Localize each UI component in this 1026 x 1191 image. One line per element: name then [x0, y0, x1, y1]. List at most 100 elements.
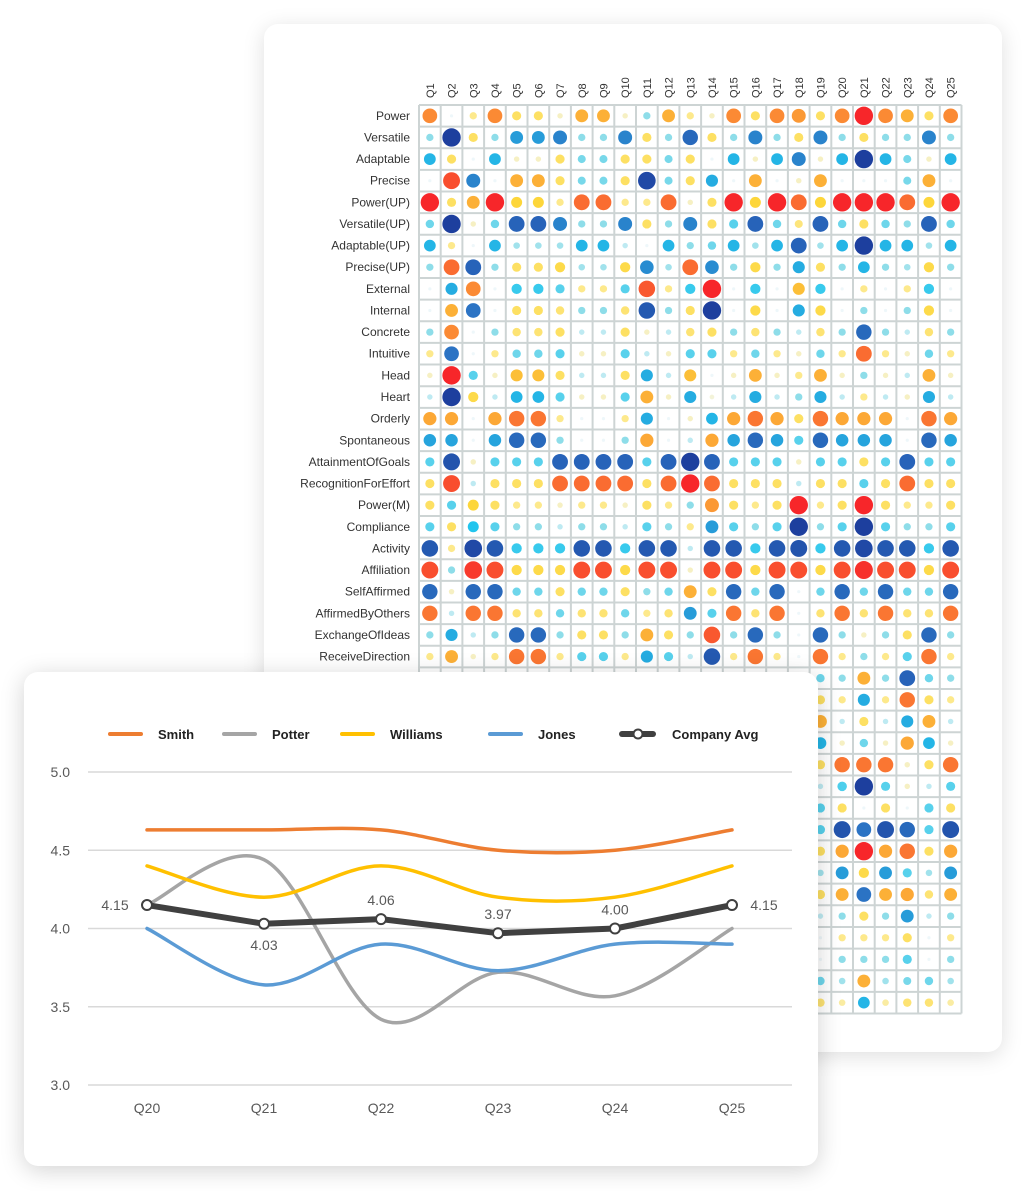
heatmap-dot: [512, 327, 521, 337]
x-tick-label: Q20: [134, 1100, 161, 1116]
heatmap-dot: [903, 263, 911, 271]
heatmap-dot: [665, 372, 672, 379]
heatmap-dot: [902, 651, 912, 662]
heatmap-dot: [530, 410, 547, 427]
heatmap-dot: [490, 219, 500, 229]
heatmap-dot: [881, 133, 890, 142]
heatmap-dot: [513, 156, 520, 162]
heatmap-dot: [794, 414, 804, 424]
legend-label: Smith: [158, 727, 194, 742]
heatmap-dot: [751, 349, 760, 358]
heatmap-dot: [946, 500, 956, 510]
heatmap-dot: [840, 308, 844, 313]
heatmap-dot: [535, 156, 542, 162]
heatmap-dot: [511, 196, 523, 208]
heatmap-dot: [775, 179, 779, 183]
heatmap-dot: [749, 196, 761, 208]
heatmap-dot: [727, 412, 741, 426]
heatmap-dot: [947, 934, 955, 942]
heatmap-dot: [420, 193, 440, 212]
heatmap-dot: [686, 241, 694, 250]
heatmap-dot: [730, 372, 737, 379]
heatmap-dot: [622, 113, 628, 119]
heatmap-dot: [856, 887, 872, 902]
x-tick-label: Q21: [251, 1100, 278, 1116]
heatmap-dot: [644, 351, 650, 357]
heatmap-dot: [512, 111, 522, 121]
heatmap-dot: [493, 308, 497, 313]
heatmap-dot: [617, 453, 634, 470]
data-point-marker: [375, 913, 387, 926]
heatmap-dot: [620, 284, 630, 294]
heatmap-dot: [552, 453, 568, 470]
row-label: RecognitionForEffort: [300, 477, 411, 491]
heatmap-dot: [859, 911, 869, 921]
heatmap-dot: [816, 349, 825, 358]
row-label: Concrete: [361, 325, 410, 339]
heatmap-dot: [448, 610, 455, 617]
heatmap-dot: [879, 153, 892, 165]
row-label: Intuitive: [369, 347, 411, 361]
heatmap-dot: [687, 653, 693, 660]
heatmap-dot: [924, 976, 934, 986]
heatmap-dot: [707, 132, 717, 143]
heatmap-dot: [443, 259, 460, 276]
heatmap-dot: [924, 846, 934, 856]
heatmap-dot: [815, 305, 826, 316]
heatmap-dot: [921, 648, 937, 665]
x-tick-label: Q22: [368, 1100, 395, 1116]
column-header: Q2: [447, 83, 459, 98]
column-header: Q23: [902, 77, 914, 98]
heatmap-dot: [703, 626, 721, 644]
heatmap-dot: [857, 671, 871, 685]
heatmap-dot: [638, 540, 656, 557]
heatmap-dot: [490, 522, 500, 532]
heatmap-dot: [877, 540, 894, 557]
heatmap-dot: [903, 133, 911, 142]
heatmap-dot: [595, 540, 612, 557]
row-label: Versatile(UP): [339, 217, 410, 231]
heatmap-dot: [817, 156, 824, 162]
heatmap-dot: [533, 111, 543, 121]
heatmap-dot: [706, 412, 718, 425]
heatmap-dot: [903, 523, 911, 531]
heatmap-dot: [816, 523, 825, 531]
legend-label: Williams: [390, 727, 443, 742]
heatmap-dot: [493, 179, 497, 183]
heatmap-dot: [838, 652, 846, 661]
heatmap-dot: [796, 459, 802, 465]
heatmap-dot: [812, 410, 829, 427]
column-header: Q9: [598, 83, 610, 98]
heatmap-dot: [640, 369, 653, 382]
heatmap-dot: [531, 131, 545, 144]
heatmap-dot: [903, 587, 912, 596]
heatmap-dot: [447, 241, 456, 250]
heatmap-dot: [487, 583, 503, 600]
heatmap-dot: [750, 543, 761, 554]
heatmap-dot: [854, 777, 874, 796]
heatmap-dot: [927, 936, 931, 940]
heatmap-dot: [814, 174, 827, 188]
heatmap-dot: [901, 239, 914, 252]
heatmap-dot: [839, 718, 845, 725]
heatmap-dot: [620, 154, 630, 164]
heatmap-dot: [947, 372, 954, 379]
heatmap-dot: [467, 521, 479, 533]
data-point-marker: [726, 899, 738, 912]
heatmap-dot: [814, 196, 826, 208]
heatmap-dot: [686, 501, 694, 509]
heatmap-dot: [533, 478, 543, 489]
heatmap-dot: [815, 478, 826, 489]
heatmap-dot: [877, 605, 894, 622]
heatmap-dot: [816, 609, 825, 618]
heatmap-dot: [705, 260, 719, 275]
heatmap-dot: [898, 540, 916, 557]
heatmap-dot: [751, 501, 759, 509]
heatmap-dot: [553, 216, 568, 231]
heatmap-dot: [490, 457, 500, 467]
heatmap-dot: [881, 934, 890, 942]
heatmap-dot: [510, 369, 523, 382]
row-label: Power(UP): [351, 195, 410, 209]
heatmap-dot: [775, 287, 779, 291]
heatmap-dot: [577, 587, 586, 596]
